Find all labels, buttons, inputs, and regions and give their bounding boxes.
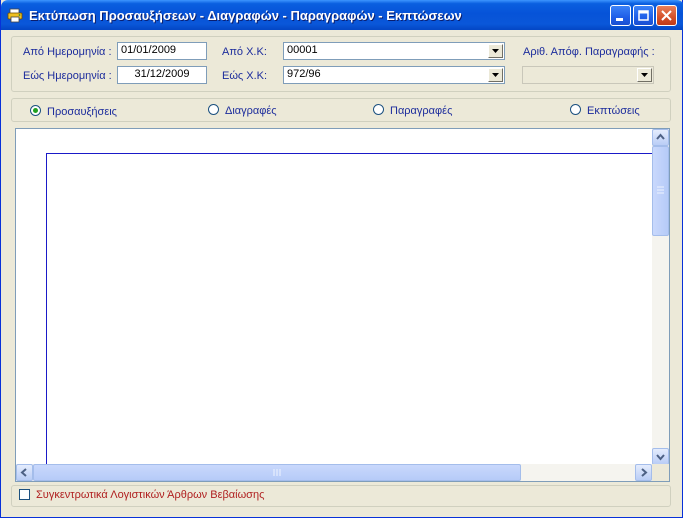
summary-checkbox[interactable]: Συγκεντρωτικά Λογιστικών Άρθρων Βεβαίωση…: [19, 489, 264, 501]
from-date-field[interactable]: 01/01/2009: [117, 42, 207, 60]
print-window: Εκτύπωση Προσαυξήσεων - Διαγραφών - Παρα…: [0, 0, 683, 518]
close-icon: [661, 10, 672, 21]
radio-unchecked-icon: [373, 104, 384, 115]
horizontal-scrollbar[interactable]: [16, 464, 652, 481]
radio-deletions[interactable]: Διαγραφές: [208, 104, 277, 117]
chevron-right-icon: [641, 468, 648, 477]
chevron-down-icon[interactable]: [488, 44, 503, 58]
summary-checkbox-label: Συγκεντρωτικά Λογιστικών Άρθρων Βεβαίωση…: [36, 489, 265, 501]
scroll-corner: [652, 464, 669, 481]
title-bar[interactable]: Εκτύπωση Προσαυξήσεων - Διαγραφών - Παρα…: [1, 0, 683, 30]
vertical-scroll-thumb[interactable]: [652, 146, 669, 236]
scroll-left-button[interactable]: [16, 464, 33, 481]
from-xk-value: 00001: [287, 44, 318, 56]
scroll-right-button[interactable]: [635, 464, 652, 481]
scroll-down-button[interactable]: [652, 448, 669, 465]
chevron-down-icon[interactable]: [488, 68, 503, 82]
to-date-field[interactable]: 31/12/2009: [117, 66, 207, 84]
report-page: [46, 153, 666, 465]
report-preview[interactable]: [15, 128, 670, 482]
chevron-up-icon: [656, 133, 665, 140]
radio-unchecked-icon: [208, 104, 219, 115]
printer-app-icon: [7, 7, 23, 23]
horizontal-scroll-thumb[interactable]: [33, 464, 521, 481]
from-xk-combo[interactable]: 00001: [283, 42, 505, 60]
decision-label: Αριθ. Απόφ. Παραγραφής :: [523, 46, 655, 58]
from-date-label: Από Ημερομηνία :: [23, 46, 112, 58]
to-xk-label: Εώς Χ.Κ:: [222, 70, 268, 82]
chevron-down-icon: [656, 454, 665, 461]
radio-prescriptions[interactable]: Παραγραφές: [373, 104, 452, 117]
to-xk-value: 972/96: [287, 68, 321, 80]
chevron-left-icon: [20, 468, 27, 477]
scroll-up-button[interactable]: [652, 129, 669, 146]
maximize-icon: [638, 10, 649, 21]
chevron-down-icon[interactable]: [637, 68, 652, 82]
radio-discounts[interactable]: Εκπτώσεις: [570, 104, 640, 117]
radio-increases[interactable]: Προσαυξήσεις: [30, 105, 117, 118]
maximize-button[interactable]: [633, 5, 654, 26]
minimize-button[interactable]: [610, 5, 631, 26]
close-button[interactable]: [656, 5, 677, 26]
from-xk-label: Από Χ.Κ:: [222, 46, 267, 58]
minimize-icon: [616, 18, 623, 21]
vertical-scrollbar[interactable]: [652, 129, 669, 465]
to-date-label: Εώς Ημερομηνία :: [23, 70, 112, 82]
to-xk-combo[interactable]: 972/96: [283, 66, 505, 84]
radio-checked-icon: [30, 105, 41, 116]
window-title: Εκτύπωση Προσαυξήσεων - Διαγραφών - Παρα…: [29, 8, 462, 23]
checkbox-unchecked-icon[interactable]: [19, 489, 30, 500]
radio-unchecked-icon: [570, 104, 581, 115]
decision-combo[interactable]: [522, 66, 654, 84]
